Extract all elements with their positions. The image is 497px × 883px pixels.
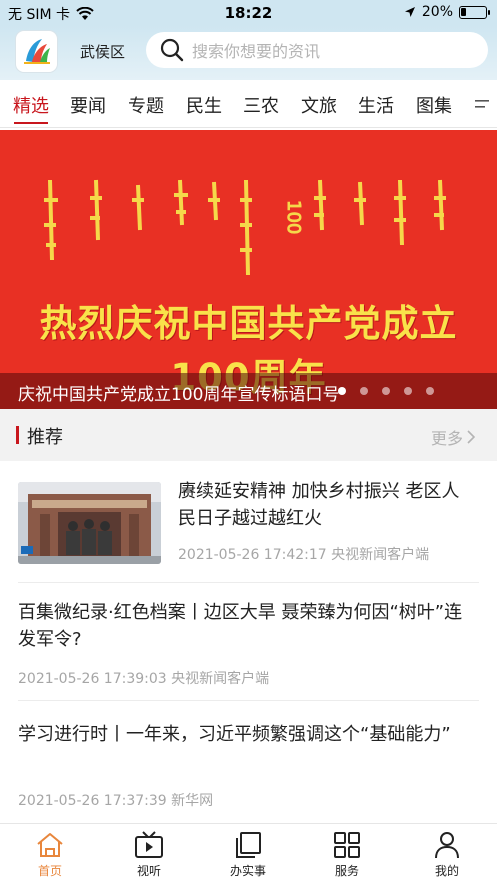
banner-caption-bar: 庆祝中国共产党成立100周年宣传标语口号 xyxy=(0,373,497,409)
news-thumbnail xyxy=(18,482,161,564)
battery-fill xyxy=(461,7,466,16)
video-icon xyxy=(135,831,163,858)
banner-carousel[interactable]: 100 热烈庆祝中国共产党成立100周年 庆祝中国共产党成立100周年宣传标语口… xyxy=(0,130,497,409)
more-label: 更多 xyxy=(430,429,463,448)
news-title: 赓续延安精神 加快乡村振兴 老区人民日子越过越红火 xyxy=(178,481,460,529)
news-item[interactable]: 学习进行时丨一年来，习近平频繁强调这个“基础能力” 2021-05-26 17:… xyxy=(0,701,497,823)
search-icon xyxy=(160,38,184,62)
tab-topics[interactable]: 专题 xyxy=(128,92,164,118)
mongolian-script-decoration: 100 xyxy=(44,179,446,276)
tab-culture-tourism[interactable]: 文旅 xyxy=(301,92,337,118)
news-meta: 2021-05-26 17:37:39 新华网 xyxy=(18,793,214,809)
nav-label: 首页 xyxy=(37,864,62,878)
carousel-dot[interactable] xyxy=(360,387,368,395)
carousel-dot[interactable] xyxy=(404,387,412,395)
nav-service[interactable]: 服务 xyxy=(307,830,387,879)
bottom-navigation: 首页 视听 办实事 服务 我的 xyxy=(0,823,497,883)
nav-label: 视听 xyxy=(136,864,161,878)
carousel-dot[interactable] xyxy=(426,387,434,395)
carousel-dot[interactable] xyxy=(382,387,390,395)
section-accent-bar xyxy=(16,426,19,444)
nav-video[interactable]: 视听 xyxy=(109,830,189,879)
nav-mine[interactable]: 我的 xyxy=(407,830,487,879)
grid-icon xyxy=(334,832,360,858)
search-placeholder: 搜索你想要的资讯 xyxy=(192,42,321,61)
recommend-title: 推荐 xyxy=(27,427,63,448)
documents-icon xyxy=(236,832,261,858)
status-bar: 无 SIM 卡 18:22 20% xyxy=(0,0,497,26)
user-icon xyxy=(435,832,459,859)
tab-agriculture[interactable]: 三农 xyxy=(243,92,279,118)
tab-headlines[interactable]: 要闻 xyxy=(70,92,106,118)
nav-label: 办实事 xyxy=(229,864,266,878)
tab-menu-icon[interactable] xyxy=(475,98,491,110)
news-title: 学习进行时丨一年来，习近平频繁强调这个“基础能力” xyxy=(18,724,451,745)
category-tabs: 精选 要闻 专题 民生 三农 文旅 生活 图集 xyxy=(0,80,497,128)
battery-icon xyxy=(459,5,490,19)
news-item[interactable]: 百集微纪录·红色档案丨边区大旱 聂荣臻为何因“树叶”连发军令? 2021-05-… xyxy=(0,583,497,701)
svg-text:100: 100 xyxy=(283,200,304,234)
home-icon xyxy=(37,833,63,857)
carousel-dots xyxy=(338,387,434,395)
more-link[interactable]: 更多 xyxy=(431,425,475,449)
news-title: 百集微纪录·红色档案丨边区大旱 聂荣臻为何因“树叶”连发军令? xyxy=(18,602,463,650)
search-bar[interactable]: 搜索你想要的资讯 xyxy=(146,32,488,68)
news-item[interactable]: 赓续延安精神 加快乡村振兴 老区人民日子越过越红火 2021-05-26 17:… xyxy=(0,461,497,583)
banner-caption: 庆祝中国共产党成立100周年宣传标语口号 xyxy=(18,385,340,405)
logo-icon xyxy=(24,39,50,64)
status-right: 20% xyxy=(404,4,490,20)
nav-label: 服务 xyxy=(334,864,359,878)
memorial-photo-image xyxy=(18,482,161,564)
carousel-dot[interactable] xyxy=(338,387,346,395)
nav-label: 我的 xyxy=(434,864,459,878)
nav-home[interactable]: 首页 xyxy=(10,830,90,879)
battery-percent: 20% xyxy=(421,4,453,20)
district-selector[interactable]: 武侯区 xyxy=(80,41,125,62)
chevron-right-icon xyxy=(467,430,475,444)
tab-gallery[interactable]: 图集 xyxy=(416,92,452,118)
tab-livelihood[interactable]: 民生 xyxy=(186,92,222,118)
news-meta: 2021-05-26 17:42:17 央视新闻客户端 xyxy=(178,547,430,563)
app-logo[interactable] xyxy=(15,30,58,73)
recommend-section-header: 推荐 更多 xyxy=(0,409,497,461)
tab-featured[interactable]: 精选 xyxy=(13,92,49,118)
location-arrow-icon xyxy=(404,7,415,17)
nav-services-affairs[interactable]: 办实事 xyxy=(208,830,288,879)
active-tab-indicator xyxy=(14,122,48,124)
app-header: 武侯区 搜索你想要的资讯 xyxy=(0,26,497,80)
tab-life[interactable]: 生活 xyxy=(358,92,394,118)
news-meta: 2021-05-26 17:39:03 央视新闻客户端 xyxy=(18,671,270,687)
